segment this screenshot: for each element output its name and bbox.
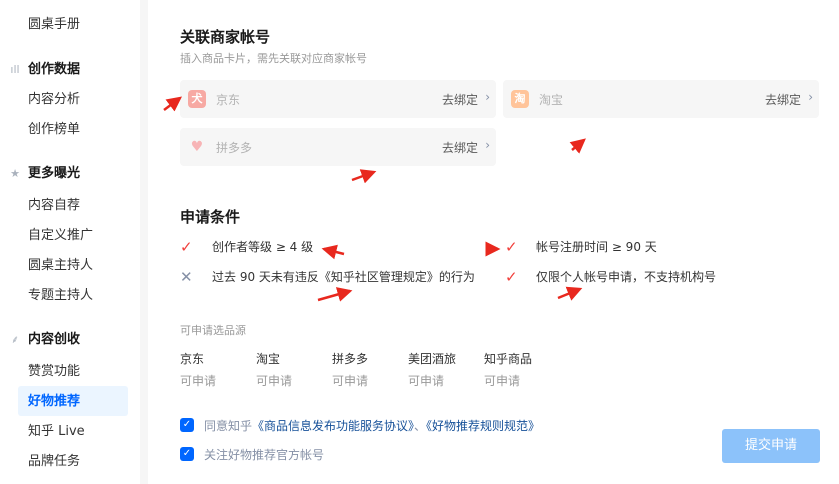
annotation-arrow xyxy=(557,286,583,301)
annotation-arrow xyxy=(351,169,377,184)
annotation-arrow xyxy=(163,96,182,112)
annotation-arrow xyxy=(569,138,586,154)
annotation-arrow xyxy=(321,244,345,260)
annotation-arrow xyxy=(317,287,353,302)
annotation-layer xyxy=(163,96,586,302)
